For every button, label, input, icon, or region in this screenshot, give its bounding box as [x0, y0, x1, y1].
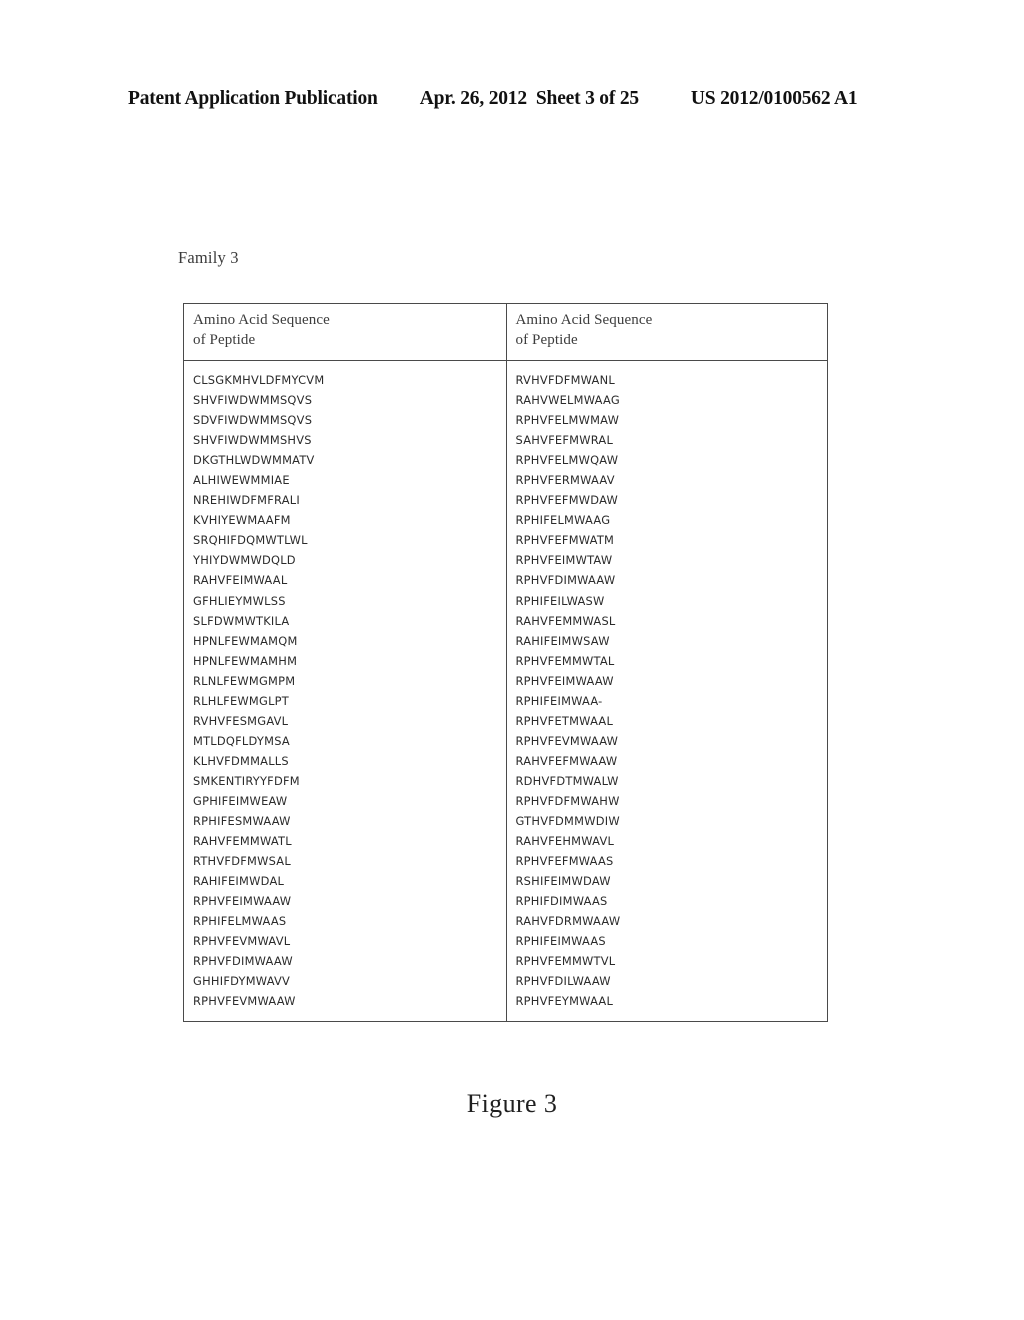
- sequence-item: SLFDWMWTKILA: [193, 613, 290, 628]
- sequence-item: RPHVFEIMWTAW: [515, 553, 613, 568]
- sequence-item: RPHIFELMWAAS: [193, 914, 287, 929]
- sequence-item: SHVFIWDWMMSQVS: [193, 393, 313, 408]
- sequence-item: RPHIFDIMWAAS: [515, 894, 608, 909]
- sequence-item: RPHVFDIMWAAW: [193, 954, 293, 969]
- sequence-item: NREHIWDFMFRALI: [193, 493, 300, 508]
- sequence-item: RPHVFELMWMAW: [515, 413, 620, 428]
- peptide-sequence-table: Amino Acid Sequence of Peptide Amino Aci…: [183, 303, 828, 1022]
- sequence-item: DKGTHLWDWMMATV: [193, 453, 315, 468]
- sequence-item: GHHIFDYMWAVV: [193, 974, 291, 989]
- sequence-item: SMKENTIRYYFDFM: [193, 773, 300, 788]
- sequence-item: RDHVFDTMWALW: [515, 773, 619, 788]
- sequence-item: RPHVFEMMWTVL: [515, 954, 616, 969]
- sequence-item: RPHVFETMWAAL: [515, 713, 614, 728]
- header-publication-title: Patent Application Publication: [128, 88, 378, 109]
- sequence-item: RPHIFELMWAAG: [515, 513, 611, 528]
- sequence-item: RPHIFEIMWAAS: [515, 934, 606, 949]
- sequence-item: GFHLIEYMWLSS: [193, 593, 286, 608]
- sequence-item: RLNLFEWMGMPM: [193, 673, 296, 688]
- sequence-item: HPNLFEWMAMQM: [193, 633, 298, 648]
- sequence-item: RPHVFEFMWDAW: [515, 493, 619, 508]
- sequence-item: SAHVFEFMWRAL: [515, 433, 614, 448]
- table-header-left-line2: of Peptide: [193, 332, 256, 349]
- sequence-item: RAHIFEIMWSAW: [515, 633, 610, 648]
- sequence-item: RAHVWELMWAAG: [515, 393, 620, 408]
- sequence-item: RPHVFEVMWAAW: [193, 994, 296, 1009]
- sequence-item: RSHIFEIMWDAW: [515, 874, 611, 889]
- sequence-item: RAHVFEFMWAAW: [515, 753, 618, 768]
- sequence-item: HPNLFEWMAMHM: [193, 653, 298, 668]
- sequence-item: KLHVFDMMALLS: [193, 753, 289, 768]
- table-header-left-line1: Amino Acid Sequence: [193, 312, 330, 328]
- sequence-item: RPHVFDIMWAAW: [515, 573, 616, 588]
- sequence-item: RPHVFEFMWATM: [515, 533, 615, 548]
- sequence-item: RAHVFEHMWAVL: [515, 834, 615, 849]
- table-header-cell-right: Amino Acid Sequence of Peptide: [505, 304, 828, 360]
- sequence-item: RPHVFEIMWAAW: [515, 673, 614, 688]
- sequence-item: GPHIFEIMWEAW: [193, 793, 288, 808]
- sequence-item: RLHLFEWMGLPT: [193, 693, 290, 708]
- sequence-item: RPHVFEYMWAAL: [515, 994, 614, 1009]
- sequence-item: RPHVFEMMWTAL: [515, 653, 615, 668]
- sequence-item: YHIYDWMWDQLD: [193, 553, 296, 568]
- sequence-item: RVHVFESMGAVL: [193, 713, 289, 728]
- table-header-right-line1: Amino Acid Sequence: [515, 312, 653, 328]
- page-running-header: Patent Application Publication Apr. 26, …: [128, 88, 896, 110]
- sequence-item: RPHVFEFMWAAS: [515, 854, 614, 869]
- sequence-item: SHVFIWDWMMSHVS: [193, 433, 312, 448]
- header-sheet-number: Sheet 3 of 25: [535, 88, 639, 109]
- figure-caption: Figure 3: [466, 1089, 558, 1118]
- sequence-item: RPHVFDFMWAHW: [515, 793, 620, 808]
- sequence-item: RPHIFESMWAAW: [193, 814, 291, 829]
- table-body: CLSGKMHVLDFMYCVM SHVFIWDWMMSQVS SDVFIWDWMM…: [184, 361, 827, 1021]
- sequence-item: CLSGKMHVLDFMYCVM: [193, 373, 325, 387]
- sequence-item: RAHVFEMMWATL: [193, 834, 292, 849]
- family-label: Family 3: [178, 248, 239, 267]
- sequence-column-left: CLSGKMHVLDFMYCVM SHVFIWDWMMSQVS SDVFIWDWMM…: [184, 361, 506, 1021]
- sequence-item: RVHVFDFMWANL: [515, 373, 615, 387]
- sequence-item: RAHVFEIMWAAL: [193, 573, 288, 588]
- sequence-item: RPHIFEILWASW: [515, 593, 605, 608]
- sequence-item: SRQHIFDQMWTLWL: [193, 533, 308, 548]
- header-publication-date: Apr. 26, 2012: [419, 88, 527, 109]
- table-header-cell-left: Amino Acid Sequence of Peptide: [184, 304, 506, 360]
- sequence-item: SDVFIWDWMMSQVS: [193, 413, 313, 428]
- sequence-item: RPHVFEVMWAVL: [193, 934, 291, 949]
- sequence-item: RAHVFEMMWASL: [515, 613, 616, 628]
- sequence-item: RTHVFDFMWSAL: [193, 854, 291, 869]
- sequence-item: KVHIYEWMAAFM: [193, 513, 291, 528]
- sequence-item: GTHVFDMMWDIW: [515, 814, 620, 829]
- sequence-column-right: RVHVFDFMWANL RAHVWELMWAAG RPHVFELMWMAW SAHV…: [505, 361, 828, 1021]
- sequence-item: RPHVFEVMWAAW: [515, 733, 619, 748]
- table-header-row: Amino Acid Sequence of Peptide Amino Aci…: [184, 304, 827, 361]
- table-header-right-line2: of Peptide: [515, 332, 578, 349]
- sequence-item: RAHVFDRMWAAW: [515, 914, 621, 929]
- header-document-number: US 2012/0100562 A1: [690, 88, 858, 109]
- sequence-item: RPHVFEIMWAAW: [193, 894, 292, 909]
- sequence-item: MTLDQFLDYMSA: [193, 733, 290, 748]
- sequence-item: RPHVFDILWAAW: [515, 974, 611, 989]
- sequence-item: RAHIFEIMWDAL: [193, 874, 285, 889]
- sequence-item: RPHIFEIMWAA-: [515, 693, 603, 708]
- sequence-item: ALHIWEWMMIAE: [193, 473, 290, 488]
- sequence-item: RPHVFELMWQAW: [515, 453, 619, 468]
- sequence-item: RPHVFERMWAAV: [515, 473, 615, 488]
